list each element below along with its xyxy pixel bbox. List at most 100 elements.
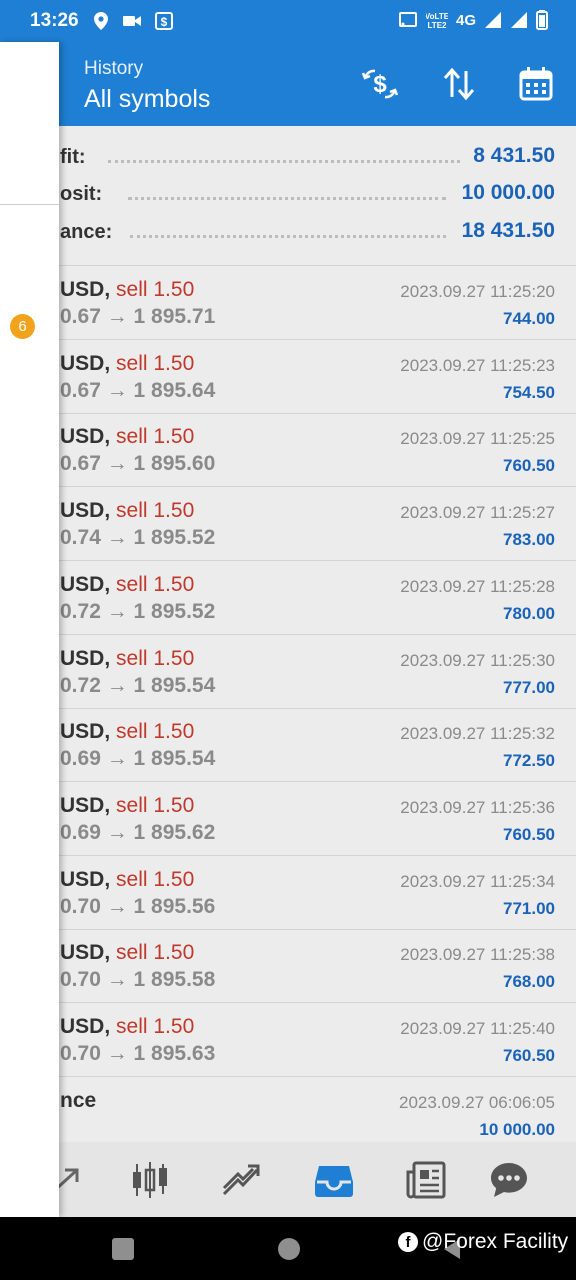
side-drawer[interactable]: 6 <box>0 42 59 1217</box>
svg-text:VoLTE: VoLTE <box>426 12 448 21</box>
dot-leader <box>128 197 446 200</box>
deal-symbol: USD, sell 1.50 <box>60 352 194 376</box>
watermark: f @Forex Facility <box>398 1230 568 1254</box>
sort-icon <box>443 67 475 101</box>
deal-profit: 783.00 <box>503 530 555 550</box>
deal-symbol: USD, sell 1.50 <box>60 794 194 818</box>
notification-badge: 6 <box>10 314 35 339</box>
summary-row-balance: ance: 18 431.50 <box>0 215 576 251</box>
deal-row[interactable]: USD, sell 1.50 0.67 → 1 895.64 2023.09.27 … <box>0 340 576 414</box>
deal-row[interactable]: USD, sell 1.50 0.70 → 1 895.56 2023.09.27 … <box>0 856 576 930</box>
deal-prices: 0.67 → 1 895.60 <box>60 452 216 476</box>
calendar-button[interactable] <box>516 64 556 104</box>
deal-symbol-text: USD, <box>60 572 111 596</box>
location-icon <box>94 12 108 30</box>
deal-time: 2023.09.27 11:25:23 <box>400 355 555 375</box>
nav-news[interactable] <box>402 1156 450 1204</box>
facebook-icon: f <box>398 1232 418 1252</box>
deal-symbol: USD, sell 1.50 <box>60 1015 194 1039</box>
summary-value: 8 431.50 <box>473 144 555 167</box>
deal-symbol: USD, sell 1.50 <box>60 425 194 449</box>
deal-symbol-text: USD, <box>60 867 111 891</box>
drawer-divider <box>0 204 59 205</box>
deal-symbol: USD, sell 1.50 <box>60 647 194 671</box>
deal-prices: 0.72 → 1 895.54 <box>60 673 216 697</box>
deal-prices: 0.74 → 1 895.52 <box>60 526 216 550</box>
deal-prices: 0.70 → 1 895.63 <box>60 1042 216 1065</box>
balance-row[interactable]: nce 2023.09.27 06:06:05 10 000.00 <box>0 1077 576 1142</box>
status-left-icons: $ <box>92 11 174 31</box>
deal-symbol-text: USD, <box>60 499 111 523</box>
deal-time: 2023.09.27 11:25:40 <box>400 1019 555 1038</box>
deal-prices: 0.67 → 1 895.64 <box>60 378 216 402</box>
video-icon <box>123 16 141 26</box>
summary-block: fit: 8 431.50 osit: 10 000.00 ance: 18 4… <box>0 126 576 266</box>
deal-time: 2023.09.27 11:25:25 <box>400 429 555 449</box>
deal-side: sell 1.50 <box>116 941 195 965</box>
status-time: 13:26 <box>30 10 79 31</box>
deal-symbol: USD, sell 1.50 <box>60 499 194 523</box>
deal-side: sell 1.50 <box>116 646 195 670</box>
balance-value: 10 000.00 <box>479 1120 555 1139</box>
deal-side: sell 1.50 <box>116 572 195 596</box>
system-navigation-bar: f @Forex Facility <box>0 1217 576 1280</box>
home-icon[interactable] <box>277 1237 301 1261</box>
deal-time: 2023.09.27 11:25:28 <box>400 576 555 596</box>
signal-icon <box>485 12 501 28</box>
deal-row[interactable]: USD, sell 1.50 0.72 → 1 895.54 2023.09.27 … <box>0 635 576 709</box>
currency-exchange-button[interactable]: $ <box>360 64 400 104</box>
nav-trade[interactable] <box>217 1156 265 1204</box>
cast-icon <box>398 12 417 27</box>
deal-symbol-text: USD, <box>60 278 111 301</box>
recents-icon[interactable] <box>111 1237 135 1261</box>
deal-time: 2023.09.27 11:25:34 <box>400 871 555 891</box>
deal-row[interactable]: USD, sell 1.50 0.69 → 1 895.54 2023.09.27 … <box>0 708 576 783</box>
calendar-icon <box>519 67 553 101</box>
summary-label: fit: <box>60 146 86 168</box>
history-list[interactable]: fit: 8 431.50 osit: 10 000.00 ance: 18 4… <box>0 126 576 1142</box>
summary-label: ance: <box>60 221 113 243</box>
balance-label: nce <box>60 1089 97 1112</box>
dollar-square-icon: $ <box>155 12 173 30</box>
deal-side: sell 1.50 <box>116 499 195 523</box>
deal-symbol: USD, sell 1.50 <box>60 278 194 302</box>
deal-profit: 754.50 <box>503 382 555 402</box>
bottom-navigation <box>0 1142 576 1217</box>
deal-profit: 744.00 <box>503 309 555 328</box>
app-title[interactable]: All symbols <box>84 85 210 114</box>
deal-row[interactable]: USD, sell 1.50 0.70 → 1 895.63 2023.09.27 … <box>0 1003 576 1077</box>
deal-row[interactable]: USD, sell 1.50 0.67 → 1 895.60 2023.09.27 … <box>0 413 576 488</box>
deal-row[interactable]: USD, sell 1.50 0.69 → 1 895.62 2023.09.27 … <box>0 782 576 856</box>
deal-time: 2023.09.27 11:25:32 <box>400 724 555 744</box>
deal-prices: 0.72 → 1 895.52 <box>60 599 216 623</box>
nav-chart[interactable] <box>126 1156 174 1204</box>
deal-profit: 760.50 <box>503 1046 555 1065</box>
deal-row[interactable]: USD, sell 1.50 0.70 → 1 895.58 2023.09.27 … <box>0 929 576 1004</box>
nav-chat[interactable] <box>485 1156 533 1204</box>
deal-profit: 760.50 <box>503 824 555 844</box>
status-bar: 13:26 $ VoLTE LTE2 4G <box>0 0 576 42</box>
deal-symbol-text: USD, <box>60 1015 111 1038</box>
deal-side: sell 1.50 <box>116 1015 195 1038</box>
deal-profit: 760.50 <box>503 456 555 476</box>
battery-icon <box>536 10 548 30</box>
summary-value: 10 000.00 <box>461 181 555 204</box>
watermark-text: @Forex Facility <box>422 1230 569 1253</box>
deal-time: 2023.09.27 11:25:30 <box>400 650 555 670</box>
deal-row[interactable]: USD, sell 1.50 0.74 → 1 895.52 2023.09.27 … <box>0 487 576 562</box>
deal-profit: 771.00 <box>503 898 555 918</box>
deal-row[interactable]: USD, sell 1.50 0.67 → 1 895.71 2023.09.27 … <box>0 266 576 340</box>
balance-time: 2023.09.27 06:06:05 <box>399 1093 555 1112</box>
deal-row[interactable]: USD, sell 1.50 0.72 → 1 895.52 2023.09.27 … <box>0 561 576 635</box>
signal-icon <box>511 12 527 28</box>
chat-icon <box>491 1163 527 1197</box>
nav-history[interactable] <box>310 1156 358 1204</box>
deal-time: 2023.09.27 11:25:27 <box>400 503 555 523</box>
summary-value: 18 431.50 <box>461 219 555 242</box>
news-icon <box>406 1161 446 1199</box>
deal-profit: 768.00 <box>503 972 555 992</box>
summary-row-deposit: osit: 10 000.00 <box>0 177 576 213</box>
deal-time: 2023.09.27 11:25:20 <box>400 282 555 301</box>
network-type: 4G <box>455 11 476 29</box>
sort-button[interactable] <box>439 64 479 104</box>
